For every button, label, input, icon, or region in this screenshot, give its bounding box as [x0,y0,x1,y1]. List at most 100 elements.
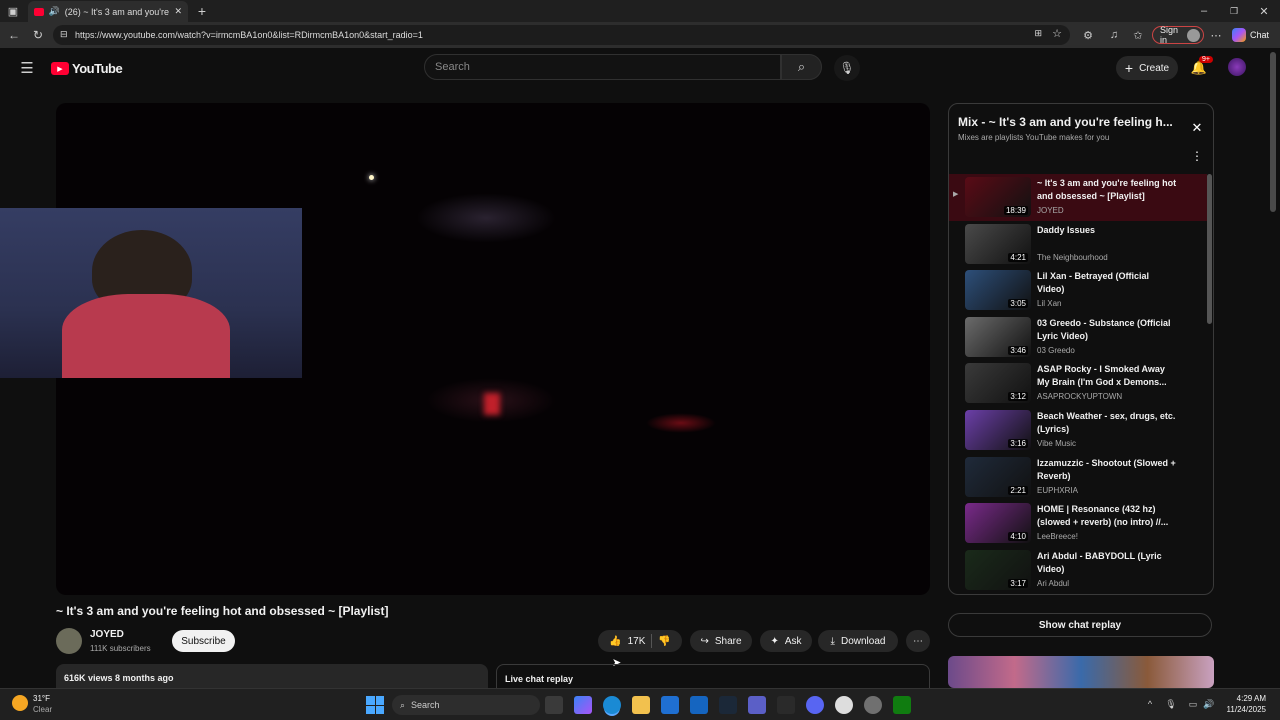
share-icon: ↪ [700,635,709,647]
windows-start-icon[interactable] [366,696,384,714]
menu-icon[interactable]: ☰ [18,60,36,77]
weather-temp: 31°F [33,694,50,703]
person-shirt [62,294,230,378]
reading-icon[interactable]: ♫ [1106,27,1122,43]
outlook-icon[interactable] [690,696,708,714]
settings-icon[interactable] [864,696,882,714]
description-box[interactable]: 616K views 8 months ago [56,664,488,688]
playlist-duration: 3:12 [1008,392,1028,402]
page-scrollbar[interactable] [1270,52,1276,212]
channel-name[interactable]: JOYED [90,629,124,640]
sign-in-button[interactable]: Sign in [1152,25,1204,45]
file-explorer-icon[interactable] [632,696,650,714]
playlist-item-channel: EUPHXRIA [1037,485,1078,495]
tab-close-icon[interactable]: ✕ [174,6,182,17]
live-chat-replay-panel[interactable]: Live chat replay [496,664,930,688]
extensions-icon[interactable]: ⚙ [1080,27,1096,43]
copilot-chat-button[interactable]: Chat [1232,26,1274,44]
minimize-icon[interactable]: – [1196,3,1212,19]
search-button[interactable]: ⌕ [781,54,822,80]
tab-actions-icon[interactable]: ▣ [6,4,20,18]
epic-games-icon[interactable] [777,696,795,714]
chrome-icon[interactable] [835,696,853,714]
download-button[interactable]: ⤓ Download [818,630,898,652]
app-available-icon[interactable]: ⊞ [1034,28,1042,39]
show-chat-replay-button[interactable]: Show chat replay [948,613,1212,637]
playlist-item[interactable]: ▶ 18:39 ~ It's 3 am and you're feeling hot… [949,174,1207,221]
share-button[interactable]: ↪ Share [690,630,752,652]
copilot-icon [1232,28,1246,42]
site-info-icon[interactable]: ⊟ [60,29,68,40]
mic-icon[interactable]: 🎙 [1164,697,1178,711]
ask-button[interactable]: ✦ Ask [760,630,812,652]
profile-avatar-icon [1187,28,1200,42]
youtube-favicon-icon [34,7,44,16]
distant-lights [416,193,556,243]
clock-date[interactable]: 11/24/2025 [1222,705,1266,714]
subscribe-button[interactable]: Subscribe [172,630,235,652]
youtube-header: ☰ ▶ YouTube Search ⌕ 🎙 + Create 🔔 9+ [0,48,1280,88]
copilot-label: Chat [1250,30,1270,40]
playlist-item[interactable]: 2:21 Izzamuzzic - Shootout (Slowed + Reve… [949,454,1207,501]
create-label: Create [1139,62,1170,74]
browser-tab[interactable]: 🔊 (26) ~ It's 3 am and you're fe ✕ [28,1,188,22]
like-button[interactable]: 👍 17K [609,636,645,647]
task-view-icon[interactable] [545,696,563,714]
playlist-item-title: Lil Xan - Betrayed (Official Video) [1037,271,1150,295]
create-button[interactable]: + Create [1116,56,1178,80]
voice-search-icon[interactable]: 🎙 [834,55,860,81]
xbox-icon[interactable] [893,696,911,714]
discord-icon[interactable] [806,696,824,714]
close-window-icon[interactable]: ✕ [1256,3,1272,19]
network-icon[interactable]: ▭ [1186,697,1200,711]
new-tab-icon[interactable]: + [194,3,210,19]
favorite-star-icon[interactable]: ☆ [1052,27,1062,40]
browser-tab-bar: ▣ 🔊 (26) ~ It's 3 am and you're fe ✕ + –… [0,0,1280,22]
more-actions-button[interactable]: ⋯ [906,630,930,652]
playlist-item[interactable]: 3:46 03 Greedo - Substance (Official Lyri… [949,314,1207,361]
subscriber-count: 111K subscribers [90,644,151,653]
search-input[interactable]: Search [424,54,781,80]
ask-label: Ask [784,635,802,647]
channel-avatar[interactable] [56,628,82,654]
refresh-icon[interactable]: ↻ [30,27,46,43]
mix-menu-icon[interactable]: ⋮ [1189,148,1205,164]
url-field[interactable]: ⊟ https://www.youtube.com/watch?v=irmcmB… [53,25,1070,45]
playlist-thumbnail: 18:39 [965,177,1031,217]
thumbs-up-icon: 👍 [609,635,622,647]
playlist-item[interactable]: 3:16 Beach Weather - sex, drugs, etc. (Ly… [949,407,1207,454]
edge-icon[interactable] [603,696,621,714]
webcam-overlay [0,208,302,378]
ad-banner[interactable] [948,656,1214,688]
playlist-item[interactable]: 3:12 ASAP Rocky - I Smoked Away My Brain … [949,360,1207,407]
clock-time[interactable]: 4:29 AM [1222,694,1266,703]
dislike-button[interactable]: 👎 [658,636,670,647]
tab-title: (26) ~ It's 3 am and you're fe [64,6,170,17]
street-light [369,175,374,180]
back-icon[interactable]: ← [6,27,22,43]
steam-icon[interactable] [719,696,737,714]
playlist-item[interactable]: 4:21 Daddy Issues The Neighbourhood [949,221,1207,268]
weather-icon[interactable] [12,695,28,711]
restore-icon[interactable]: ❐ [1226,3,1242,19]
plus-icon: + [1124,60,1134,76]
playlist-item[interactable]: 4:10 HOME | Resonance (432 hz) (slowed + … [949,500,1207,547]
more-options-icon[interactable]: ⋯ [1208,27,1224,43]
youtube-logo[interactable]: ▶ YouTube [51,60,123,77]
account-avatar[interactable] [1228,58,1246,76]
favorites-icon[interactable]: ✩ [1130,27,1146,43]
store-icon[interactable] [661,696,679,714]
teams-icon[interactable] [748,696,766,714]
playlist-item[interactable]: 3:05 Lil Xan - Betrayed (Official Video) L… [949,267,1207,314]
show-chat-replay-label: Show chat replay [1038,619,1122,631]
taskbar-search[interactable]: ⌕ Search [392,695,540,715]
playlist-item-channel: LeeBreece! [1037,532,1078,542]
volume-icon[interactable]: 🔊 [1202,697,1216,711]
copilot-taskbar-icon[interactable] [574,696,592,714]
playlist-scrollbar[interactable] [1207,174,1212,324]
playlist-duration: 3:16 [1008,439,1028,448]
close-mix-icon[interactable]: ✕ [1189,120,1205,136]
playlist-item-channel: Vibe Music [1037,439,1076,448]
playlist-item[interactable]: 3:17 Ari Abdul - BABYDOLL (Lyric Video) Ar… [949,547,1207,594]
tray-overflow-icon[interactable]: ^ [1144,697,1156,711]
